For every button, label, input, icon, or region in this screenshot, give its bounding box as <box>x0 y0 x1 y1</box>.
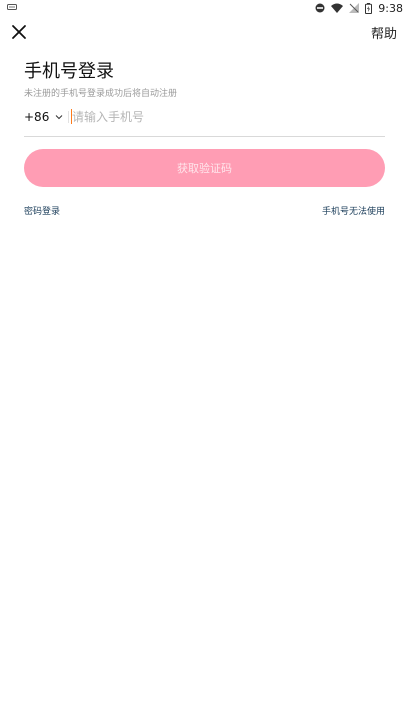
close-button[interactable] <box>10 23 28 41</box>
get-code-button[interactable]: 获取验证码 <box>24 149 385 187</box>
wifi-icon <box>331 3 344 13</box>
close-icon <box>12 25 26 39</box>
phone-input-row: +86 <box>24 106 385 137</box>
phone-input[interactable] <box>72 107 372 127</box>
clock: 9:38 <box>378 1 403 15</box>
phone-unavailable-link[interactable]: 手机号无法使用 <box>322 204 385 217</box>
dnd-icon <box>315 3 325 13</box>
chevron-down-icon <box>55 115 63 120</box>
country-code-selector[interactable]: +86 <box>24 110 63 124</box>
status-icons: 9:38 <box>315 0 403 16</box>
country-code-label: +86 <box>24 110 50 124</box>
battery-icon <box>365 2 373 14</box>
status-bar: 9:38 <box>0 0 409 16</box>
notification-icon <box>7 4 17 10</box>
help-link[interactable]: 帮助 <box>371 23 397 42</box>
no-signal-icon <box>349 3 360 13</box>
password-login-link[interactable]: 密码登录 <box>24 204 60 217</box>
page-subtitle: 未注册的手机号登录成功后将自动注册 <box>24 89 178 99</box>
page-title: 手机号登录 <box>24 61 114 82</box>
divider <box>68 111 69 123</box>
